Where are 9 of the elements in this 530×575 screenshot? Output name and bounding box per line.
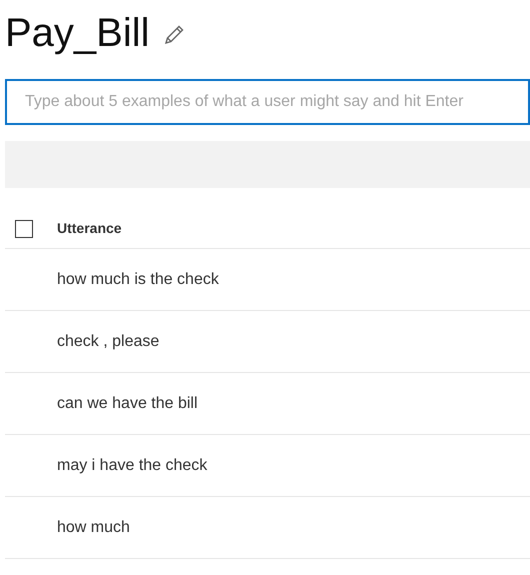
- utterance-cell-text: check , please: [57, 332, 160, 352]
- utterance-input[interactable]: Type about 5 examples of what a user might say and hit Enter: [5, 79, 530, 125]
- utterance-cell-text: may i have the check: [57, 456, 208, 476]
- column-header[interactable]: Utterance: [57, 218, 122, 239]
- select-all-checkbox[interactable]: [15, 220, 33, 238]
- utterance-cell-text: how much: [57, 518, 130, 538]
- page-title: Pay_Bill: [5, 13, 150, 53]
- utterance-cell-text: how much is the check: [57, 270, 219, 290]
- utterance-cell-text: can we have the bill: [57, 394, 198, 414]
